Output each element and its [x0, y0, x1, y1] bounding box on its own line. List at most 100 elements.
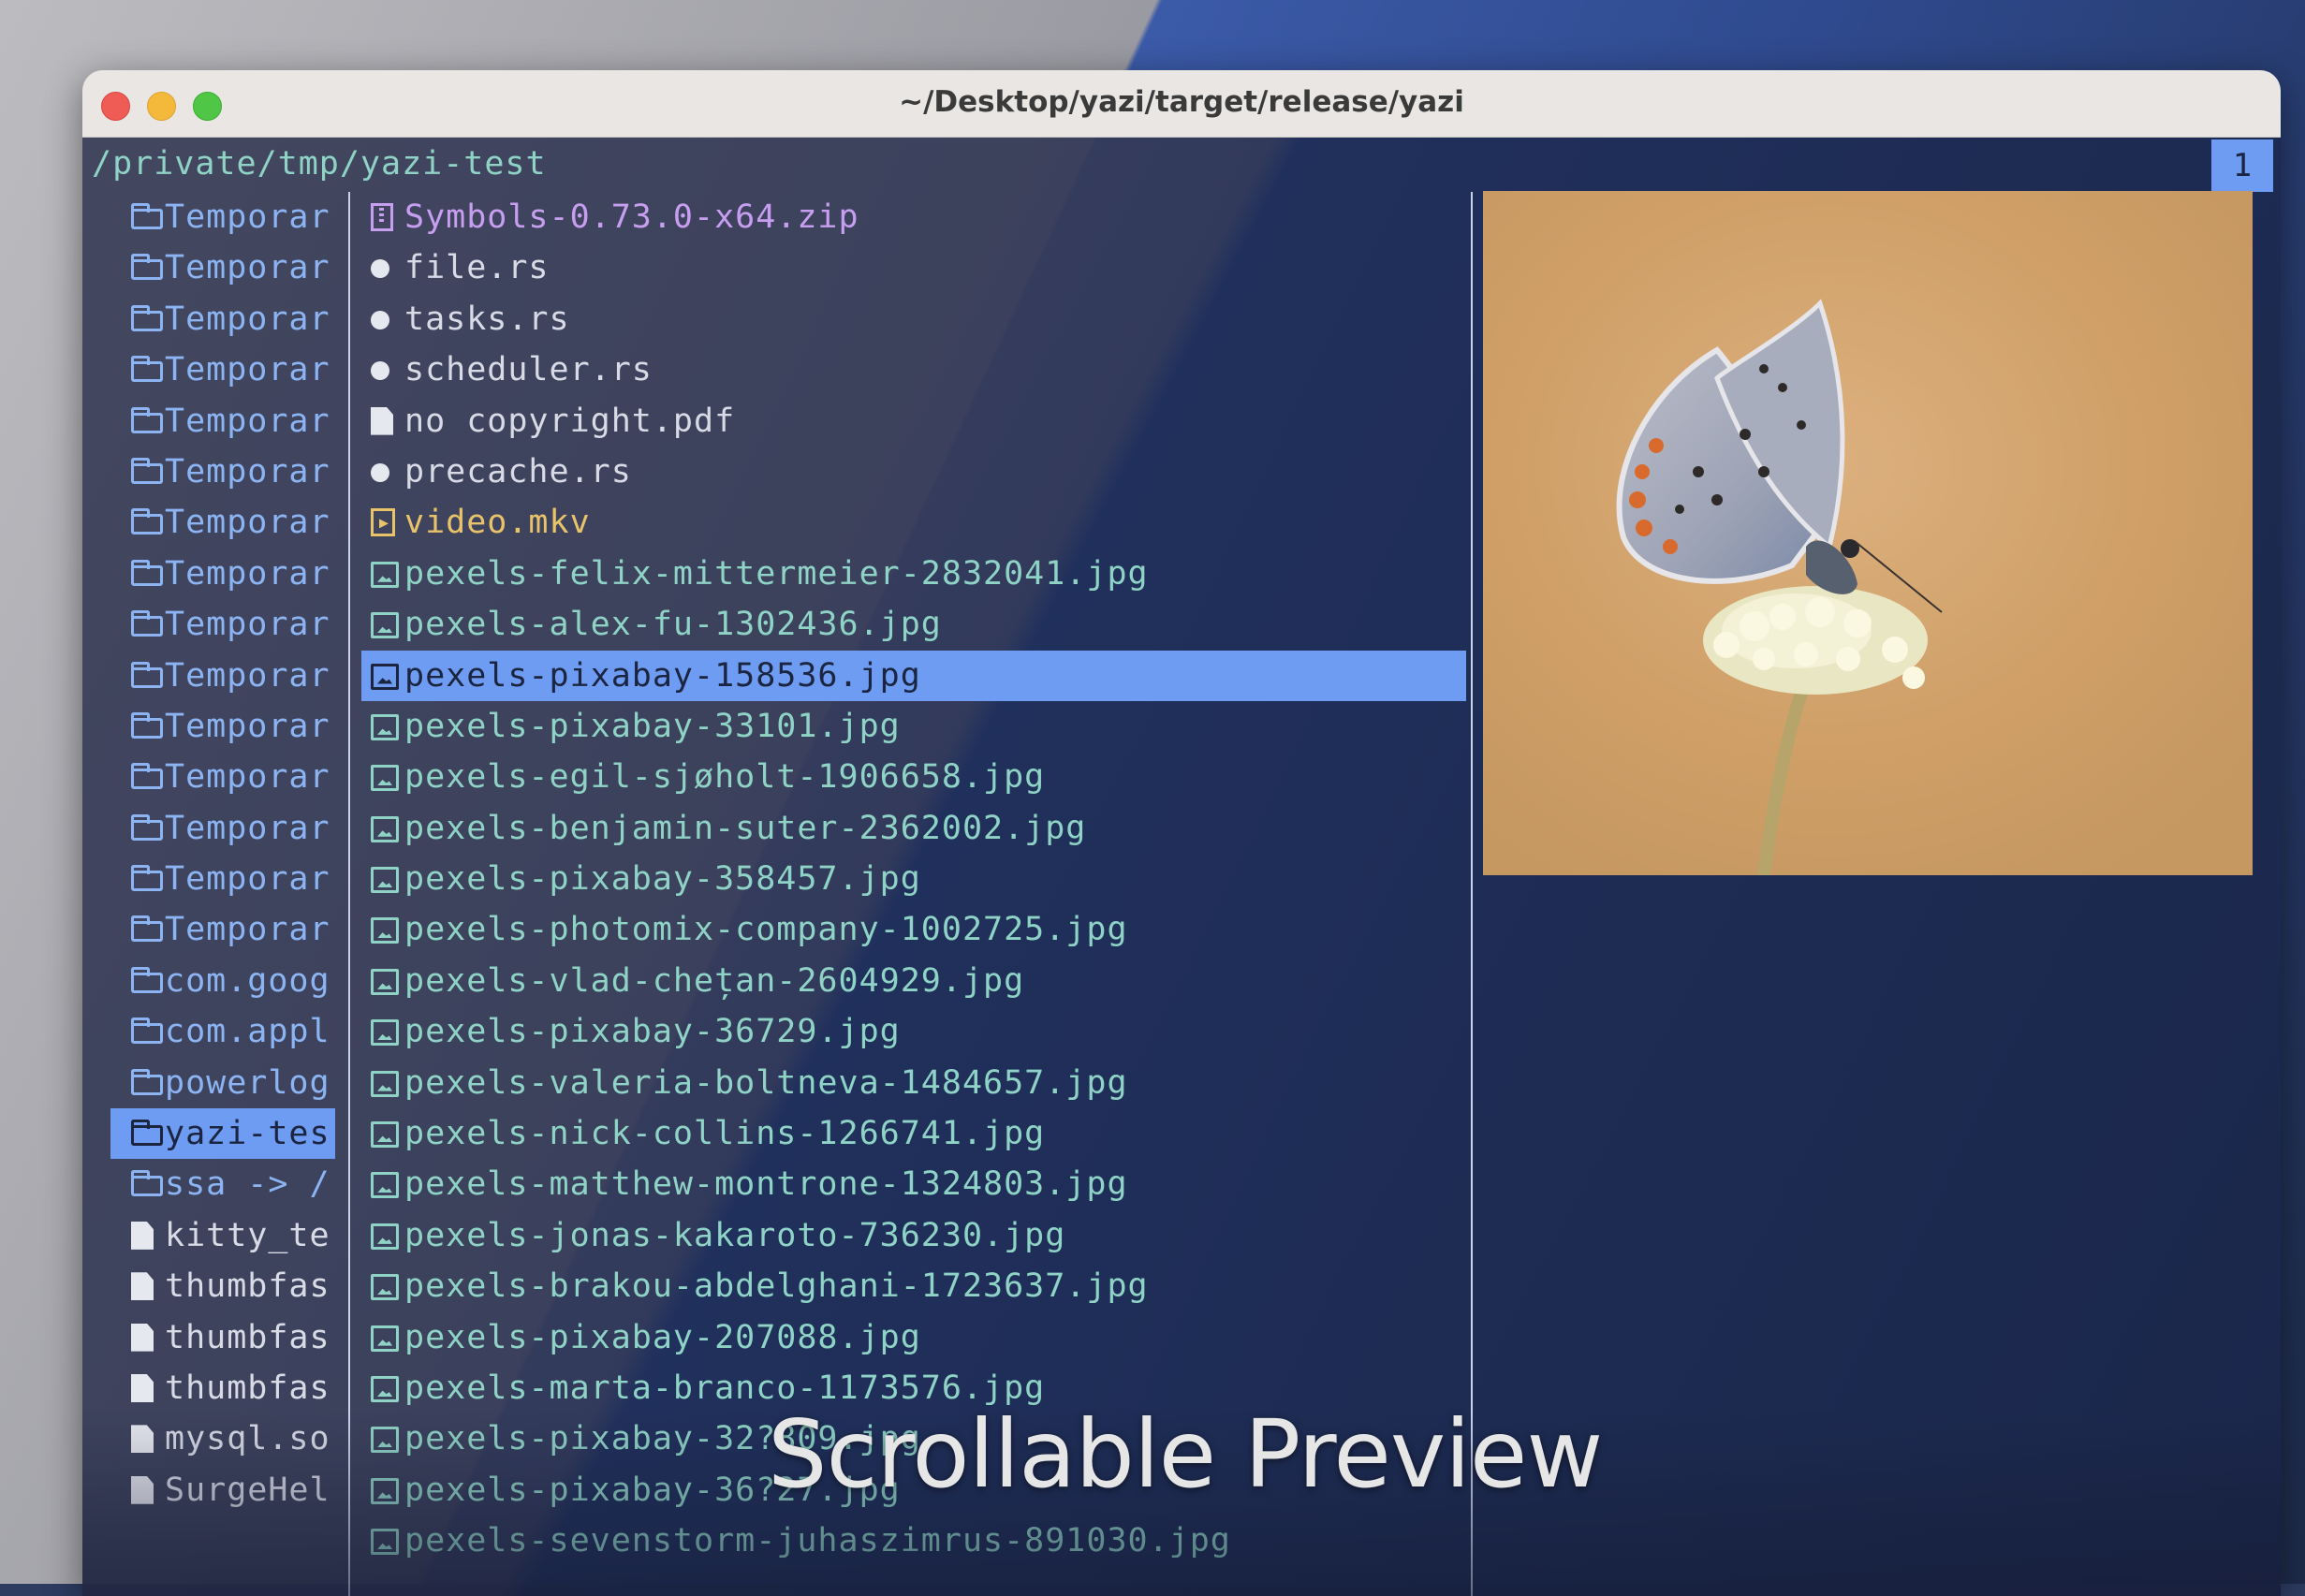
folder-icon — [131, 915, 163, 943]
folder-icon — [131, 1120, 163, 1147]
item-label: no copyright.pdf — [404, 402, 736, 440]
file-list-item[interactable]: pexels-jonas-kakaroto-736230.jpg — [361, 1210, 1466, 1261]
current-path: /private/tmp/yazi-test — [92, 145, 547, 183]
image-file-icon — [371, 968, 399, 995]
folder-icon — [131, 966, 163, 993]
file-list-item[interactable]: video.mkv — [361, 497, 1466, 548]
parent-list-item[interactable]: kitty_te — [110, 1210, 335, 1261]
folder-icon — [131, 356, 163, 383]
item-label: pexels-pixabay-36729.jpg — [404, 1013, 901, 1051]
title-bar[interactable]: ~/Desktop/yazi/target/release/yazi — [82, 70, 2281, 138]
file-icon — [131, 1221, 154, 1250]
parent-list-item[interactable]: Temporar — [110, 396, 335, 447]
item-label: Temporar — [165, 402, 330, 440]
file-list-item[interactable]: pexels-alex-fu-1302436.jpg — [361, 599, 1466, 650]
parent-list-item[interactable]: SurgeHel — [110, 1465, 335, 1515]
file-icon — [371, 406, 393, 435]
file-list-item[interactable]: file.rs — [361, 242, 1466, 293]
item-label: Temporar — [165, 860, 330, 899]
folder-icon — [131, 610, 163, 637]
parent-list-item[interactable]: Temporar — [110, 651, 335, 701]
current-directory-list[interactable]: Symbols-0.73.0-x64.zip file.rs tasks.rs sch… — [361, 192, 1466, 1567]
item-label: Symbols-0.73.0-x64.zip — [404, 198, 859, 236]
parent-list-item[interactable]: thumbfas — [110, 1261, 335, 1311]
file-list-item[interactable]: Symbols-0.73.0-x64.zip — [361, 192, 1466, 242]
item-label: ssa -> / — [165, 1165, 330, 1204]
item-label: pexels-matthew-montrone-1324803.jpg — [404, 1165, 1128, 1204]
parent-list-item[interactable]: Temporar — [110, 294, 335, 344]
file-list-item-selected[interactable]: pexels-pixabay-158536.jpg — [361, 650, 1466, 701]
folder-icon — [131, 1170, 163, 1197]
parent-list-item[interactable]: Temporar — [110, 752, 335, 802]
terminal-window[interactable]: ~/Desktop/yazi/target/release/yazi /priv… — [82, 70, 2281, 1596]
rust-file-icon — [371, 462, 389, 482]
yazi-file-manager[interactable]: /private/tmp/yazi-test 1 Temporar Tempora… — [82, 138, 2281, 1596]
parent-list-item[interactable]: com.appl — [110, 1006, 335, 1057]
parent-list-item[interactable]: com.goog — [110, 956, 335, 1006]
image-file-icon — [371, 561, 399, 588]
parent-list-item[interactable]: Temporar — [110, 803, 335, 854]
file-list-item[interactable]: pexels-pixabay-33101.jpg — [361, 701, 1466, 752]
file-list-item[interactable]: tasks.rs — [361, 294, 1466, 344]
parent-list-item[interactable]: Temporar — [110, 242, 335, 293]
item-label: pexels-pixabay-358457.jpg — [404, 860, 921, 899]
parent-list-item[interactable]: thumbfas — [110, 1312, 335, 1363]
file-list-item[interactable]: pexels-pixabay-358457.jpg — [361, 854, 1466, 904]
parent-list-item-selected[interactable]: yazi-tes — [110, 1108, 335, 1160]
parent-list-item[interactable]: mysql.so — [110, 1413, 335, 1464]
file-list-item[interactable]: pexels-photomix-company-1002725.jpg — [361, 904, 1466, 955]
parent-list-item[interactable]: Temporar — [110, 904, 335, 955]
file-list-item[interactable]: pexels-valeria-boltneva-1484657.jpg — [361, 1058, 1466, 1108]
parent-list-item[interactable]: Temporar — [110, 192, 335, 242]
file-list-item[interactable]: pexels-vlad-chețan-2604929.jpg — [361, 956, 1466, 1006]
folder-icon — [131, 559, 163, 586]
parent-list-item[interactable]: Temporar — [110, 854, 335, 904]
item-label: Temporar — [165, 911, 330, 949]
parent-list-item[interactable]: Temporar — [110, 344, 335, 395]
parent-list-item[interactable]: Temporar — [110, 549, 335, 599]
file-list-item[interactable]: precache.rs — [361, 447, 1466, 497]
file-list-item[interactable]: pexels-matthew-montrone-1324803.jpg — [361, 1159, 1466, 1209]
file-list-item[interactable]: pexels-pixabay-207088.jpg — [361, 1312, 1466, 1363]
item-label: Temporar — [165, 351, 330, 389]
file-list-item[interactable]: pexels-benjamin-suter-2362002.jpg — [361, 803, 1466, 854]
item-label: precache.rs — [404, 452, 632, 491]
file-list-item[interactable]: no copyright.pdf — [361, 396, 1466, 447]
parent-list-item[interactable]: powerlog — [110, 1058, 335, 1108]
item-label: thumbfas — [165, 1318, 330, 1356]
file-list-item[interactable]: pexels-egil-sjøholt-1906658.jpg — [361, 752, 1466, 802]
parent-list-item[interactable]: Temporar — [110, 701, 335, 752]
image-file-icon — [371, 1325, 399, 1352]
folder-icon — [131, 1018, 163, 1045]
parent-list-item[interactable]: Temporar — [110, 599, 335, 650]
rust-file-icon — [371, 259, 389, 279]
item-label: pexels-vlad-chețan-2604929.jpg — [404, 961, 1025, 1000]
item-label: Temporar — [165, 606, 330, 644]
file-list-item[interactable]: pexels-felix-mittermeier-2832041.jpg — [361, 549, 1466, 599]
parent-list-item[interactable]: Temporar — [110, 497, 335, 548]
item-label: pexels-brakou-abdelghani-1723637.jpg — [404, 1267, 1149, 1306]
butterfly-image — [1483, 191, 2253, 875]
parent-list-item[interactable]: ssa -> / — [110, 1159, 335, 1209]
file-list-item[interactable]: pexels-sevenstorm-juhaszimrus-891030.jpg — [361, 1515, 1466, 1566]
parent-directory-list[interactable]: Temporar Temporar Temporar Temporar Temporar… — [110, 192, 335, 1515]
image-file-icon — [371, 1477, 399, 1504]
parent-list-item[interactable]: Temporar — [110, 447, 335, 497]
tab-indicator[interactable]: 1 — [2211, 139, 2273, 192]
file-icon — [131, 1373, 154, 1402]
archive-icon — [371, 203, 393, 231]
file-list-item[interactable]: pexels-brakou-abdelghani-1723637.jpg — [361, 1261, 1466, 1311]
video-caption: Scrollable Preview — [768, 1399, 1603, 1509]
file-icon — [131, 1425, 154, 1454]
file-list-item[interactable]: pexels-nick-collins-1266741.jpg — [361, 1108, 1466, 1159]
item-label: kitty_te — [165, 1216, 330, 1254]
parent-list-item[interactable]: thumbfas — [110, 1363, 335, 1413]
item-label: pexels-nick-collins-1266741.jpg — [404, 1115, 1046, 1153]
file-list-item[interactable]: pexels-pixabay-36729.jpg — [361, 1006, 1466, 1057]
folder-icon — [131, 763, 163, 790]
image-file-icon — [371, 1274, 399, 1301]
image-file-icon — [371, 1529, 399, 1556]
item-label: tasks.rs — [404, 300, 570, 338]
image-file-icon — [371, 612, 399, 639]
file-list-item[interactable]: scheduler.rs — [361, 344, 1466, 395]
